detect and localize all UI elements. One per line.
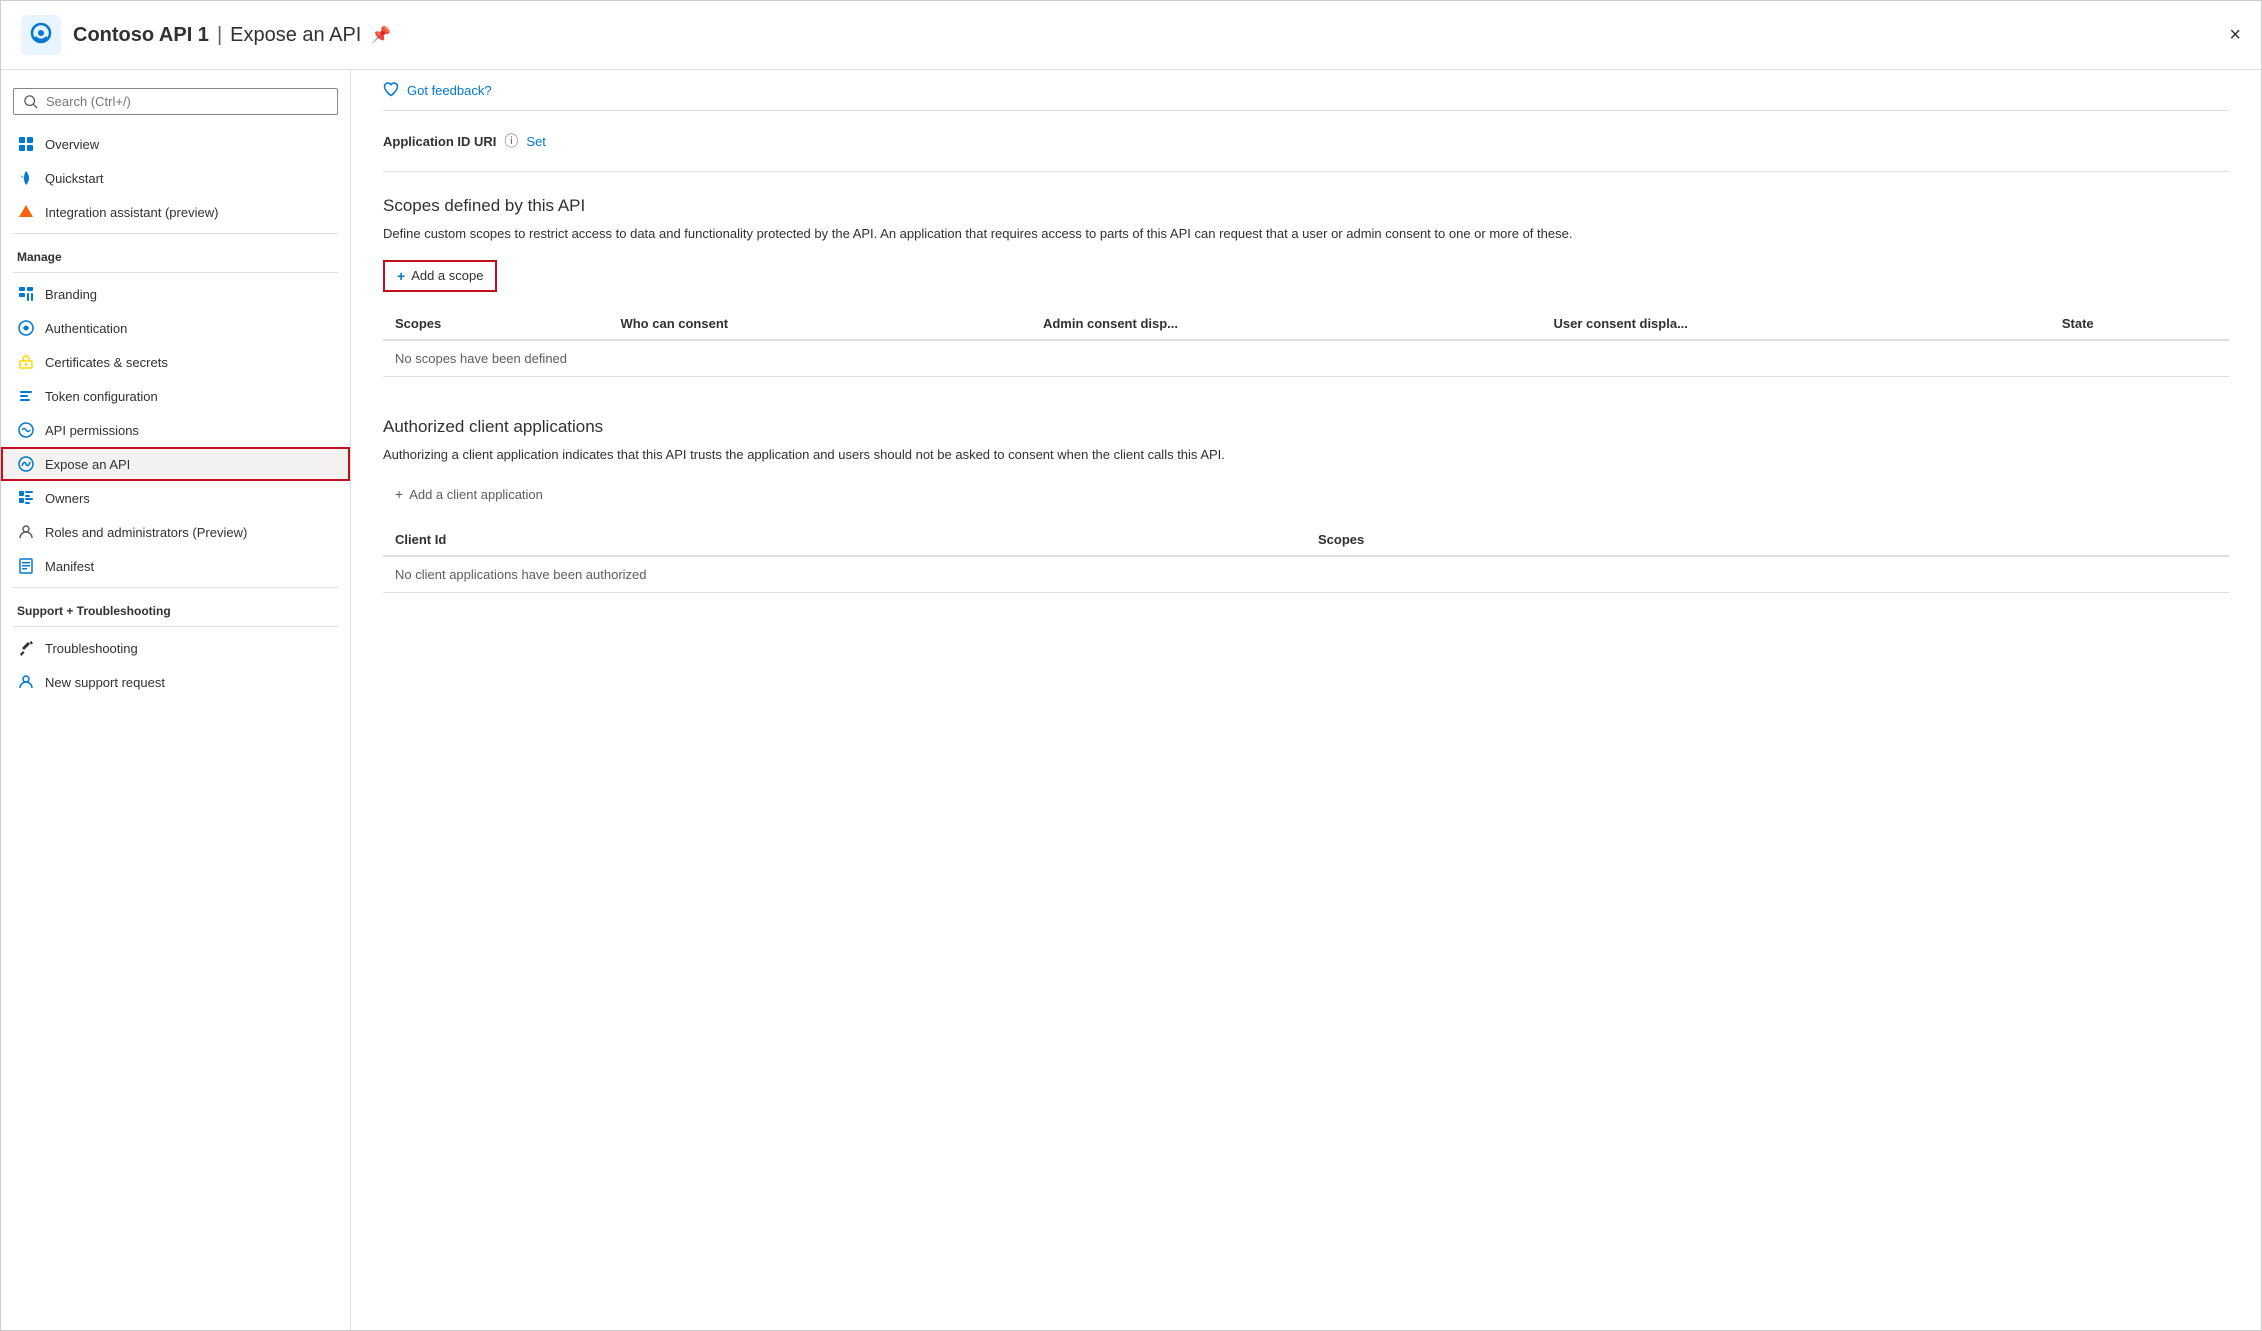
- app-id-info-icon: ⓘ: [504, 131, 518, 151]
- search-input[interactable]: [46, 94, 327, 109]
- quickstart-label: Quickstart: [45, 171, 104, 186]
- api-permissions-icon: [17, 421, 35, 439]
- integration-icon: [17, 203, 35, 221]
- authentication-icon: [17, 319, 35, 337]
- clients-empty-row: No client applications have been authori…: [383, 556, 2229, 593]
- scopes-table: Scopes Who can consent Admin consent dis…: [383, 308, 2229, 377]
- overview-label: Overview: [45, 137, 99, 152]
- clients-empty-message: No client applications have been authori…: [383, 556, 2229, 593]
- branding-label: Branding: [45, 287, 97, 302]
- content-area: Got feedback? Application ID URI ⓘ Set S…: [351, 70, 2261, 1330]
- clients-table: Client Id Scopes No client applications …: [383, 524, 2229, 593]
- sidebar-item-roles[interactable]: Roles and administrators (Preview): [1, 515, 350, 549]
- col-user-consent: User consent displa...: [1542, 308, 2050, 340]
- roles-icon: [17, 523, 35, 541]
- manage-divider2: [13, 272, 338, 273]
- branding-icon: [17, 285, 35, 303]
- expose-api-icon: [17, 455, 35, 473]
- app-name: Contoso API 1: [73, 24, 209, 47]
- col-who-consent: Who can consent: [608, 308, 1030, 340]
- manifest-label: Manifest: [45, 559, 94, 574]
- add-client-button[interactable]: + Add a client application: [383, 480, 555, 508]
- integration-label: Integration assistant (preview): [45, 205, 218, 220]
- support-label: New support request: [45, 675, 165, 690]
- sidebar-item-certificates[interactable]: Certificates & secrets: [1, 345, 350, 379]
- authorized-section: Authorized client applications Authorizi…: [383, 393, 2229, 610]
- pin-icon[interactable]: 📌: [371, 25, 391, 45]
- app-container: Contoso API 1 | Expose an API 📌 × «: [0, 0, 2262, 1331]
- manifest-icon: [17, 557, 35, 575]
- sidebar: « Overview Quickstart I: [1, 70, 351, 1330]
- sidebar-item-owners[interactable]: Owners: [1, 481, 350, 515]
- sidebar-item-overview[interactable]: Overview: [1, 127, 350, 161]
- troubleshooting-label: Troubleshooting: [45, 641, 138, 656]
- quickstart-icon: [17, 169, 35, 187]
- add-client-plus-icon: +: [395, 486, 403, 502]
- add-client-label: Add a client application: [409, 487, 543, 502]
- token-label: Token configuration: [45, 389, 158, 404]
- sidebar-item-token[interactable]: Token configuration: [1, 379, 350, 413]
- feedback-label: Got feedback?: [407, 83, 492, 98]
- app-icon: [21, 15, 61, 55]
- set-link[interactable]: Set: [526, 134, 546, 149]
- overview-icon: [17, 135, 35, 153]
- scopes-empty-message: No scopes have been defined: [383, 340, 2229, 377]
- sidebar-item-troubleshooting[interactable]: Troubleshooting: [1, 631, 350, 665]
- authorized-desc: Authorizing a client application indicat…: [383, 445, 1783, 465]
- close-button[interactable]: ×: [2229, 24, 2241, 47]
- scopes-empty-row: No scopes have been defined: [383, 340, 2229, 377]
- authentication-label: Authentication: [45, 321, 127, 336]
- heart-icon: [383, 82, 399, 98]
- manage-divider: [13, 233, 338, 234]
- search-icon: [24, 95, 38, 109]
- col-client-id: Client Id: [383, 524, 1306, 556]
- add-scope-button[interactable]: + Add a scope: [383, 260, 497, 292]
- troubleshooting-icon: [17, 639, 35, 657]
- search-box: «: [13, 88, 338, 115]
- title-separator: |: [217, 24, 222, 47]
- add-scope-plus-icon: +: [397, 268, 405, 284]
- support-label: Support + Troubleshooting: [1, 592, 350, 622]
- sidebar-item-api-permissions[interactable]: API permissions: [1, 413, 350, 447]
- token-icon: [17, 387, 35, 405]
- certificates-icon: [17, 353, 35, 371]
- support-icon: [17, 673, 35, 691]
- scopes-desc: Define custom scopes to restrict access …: [383, 224, 1783, 244]
- scopes-title: Scopes defined by this API: [383, 196, 2229, 216]
- clients-table-header: Client Id Scopes: [383, 524, 2229, 556]
- sidebar-item-quickstart[interactable]: Quickstart: [1, 161, 350, 195]
- expose-api-label: Expose an API: [45, 457, 130, 472]
- certificates-label: Certificates & secrets: [45, 355, 168, 370]
- sidebar-item-branding[interactable]: Branding: [1, 277, 350, 311]
- authorized-title: Authorized client applications: [383, 417, 2229, 437]
- manage-label: Manage: [1, 238, 350, 268]
- support-divider: [13, 587, 338, 588]
- api-permissions-label: API permissions: [45, 423, 139, 438]
- app-id-label: Application ID URI: [383, 134, 496, 149]
- header-title: Contoso API 1 | Expose an API: [73, 24, 361, 47]
- header: Contoso API 1 | Expose an API 📌 ×: [1, 1, 2261, 70]
- app-id-row: Application ID URI ⓘ Set: [383, 111, 2229, 172]
- owners-label: Owners: [45, 491, 90, 506]
- sidebar-item-manifest[interactable]: Manifest: [1, 549, 350, 583]
- main-layout: « Overview Quickstart I: [1, 70, 2261, 1330]
- col-admin-consent: Admin consent disp...: [1031, 308, 1542, 340]
- sidebar-item-support[interactable]: New support request: [1, 665, 350, 699]
- roles-label: Roles and administrators (Preview): [45, 525, 247, 540]
- support-divider2: [13, 626, 338, 627]
- col-scopes: Scopes: [1306, 524, 2229, 556]
- scopes-table-header: Scopes Who can consent Admin consent dis…: [383, 308, 2229, 340]
- feedback-bar[interactable]: Got feedback?: [383, 70, 2229, 111]
- add-scope-label: Add a scope: [411, 268, 483, 283]
- col-state: State: [2050, 308, 2229, 340]
- sidebar-item-authentication[interactable]: Authentication: [1, 311, 350, 345]
- scopes-section: Scopes defined by this API Define custom…: [383, 172, 2229, 393]
- owners-icon: [17, 489, 35, 507]
- page-title-text: Expose an API: [230, 24, 361, 47]
- sidebar-item-integration[interactable]: Integration assistant (preview): [1, 195, 350, 229]
- sidebar-item-expose-api[interactable]: Expose an API: [1, 447, 350, 481]
- col-scopes: Scopes: [383, 308, 608, 340]
